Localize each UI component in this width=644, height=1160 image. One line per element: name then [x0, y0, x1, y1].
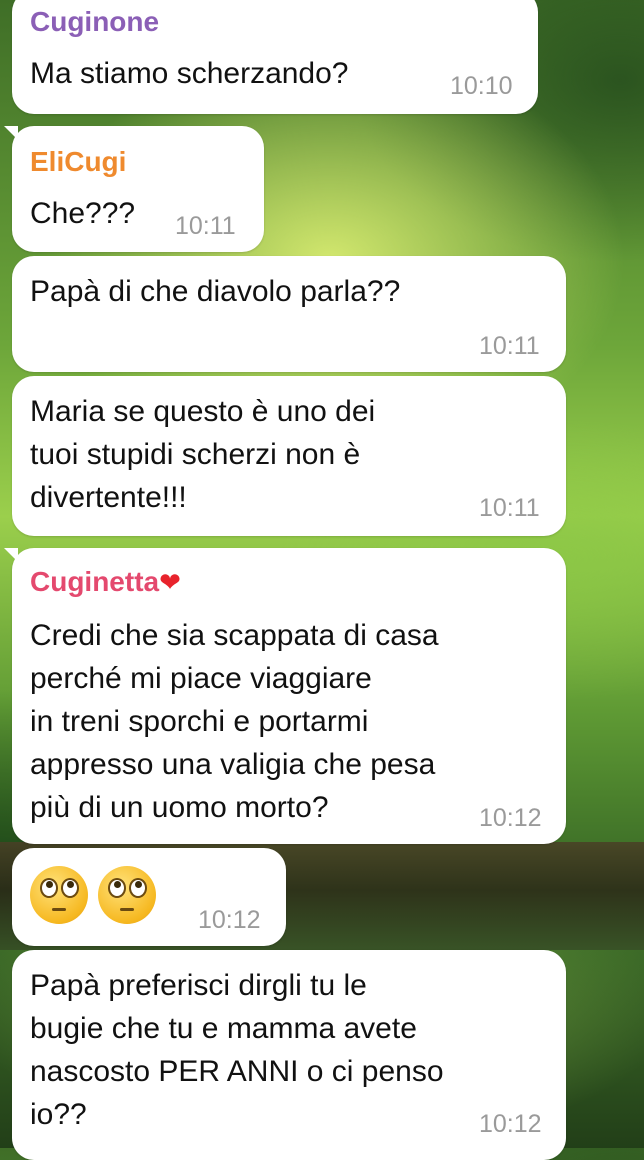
emoji-row [30, 866, 156, 924]
message-text: Maria se questo è uno dei tuoi stupidi s… [30, 395, 376, 514]
message-bubble[interactable]: 10:12 [12, 848, 286, 946]
message-time: 10:11 [479, 494, 540, 522]
chat-message-list[interactable]: Cuginone Ma stiamo scherzando? 10:10 Eli… [0, 0, 644, 1160]
message-text: Ma stiamo scherzando? [30, 57, 349, 90]
message-bubble[interactable]: Papà di che diavolo parla?? 10:11 [12, 256, 566, 372]
sender-name: EliCugi [30, 146, 127, 177]
message-time: 10:12 [479, 804, 542, 832]
message-bubble[interactable]: Maria se questo è uno dei tuoi stupidi s… [12, 376, 566, 536]
message-bubble[interactable]: EliCugi Che??? 10:11 [4, 126, 264, 252]
message-bubble[interactable]: Cuginetta❤ Credi che sia scappata di cas… [4, 548, 566, 844]
message-time: 10:11 [175, 212, 236, 240]
message-text: Papà di che diavolo parla?? [30, 275, 401, 308]
message-time: 10:11 [479, 332, 540, 360]
message-time: 10:10 [450, 72, 513, 100]
message-time: 10:12 [479, 1110, 542, 1138]
sender-name: Cuginone [30, 6, 160, 37]
sender-name: Cuginetta❤ [30, 566, 181, 598]
message-text: Credi che sia scappata di casa perché mi… [30, 619, 439, 824]
message-text: Papà preferisci dirgli tu le bugie che t… [30, 969, 444, 1131]
red-heart-icon: ❤ [159, 567, 181, 597]
sender-name-label: Cuginetta [30, 566, 160, 597]
face-with-rolling-eyes-icon [98, 866, 156, 924]
face-with-rolling-eyes-icon [30, 866, 88, 924]
message-bubble[interactable]: Papà preferisci dirgli tu le bugie che t… [12, 950, 566, 1160]
message-bubble[interactable]: Cuginone Ma stiamo scherzando? 10:10 [12, 0, 538, 114]
message-text: Che??? [30, 197, 136, 230]
message-time: 10:12 [198, 906, 261, 934]
